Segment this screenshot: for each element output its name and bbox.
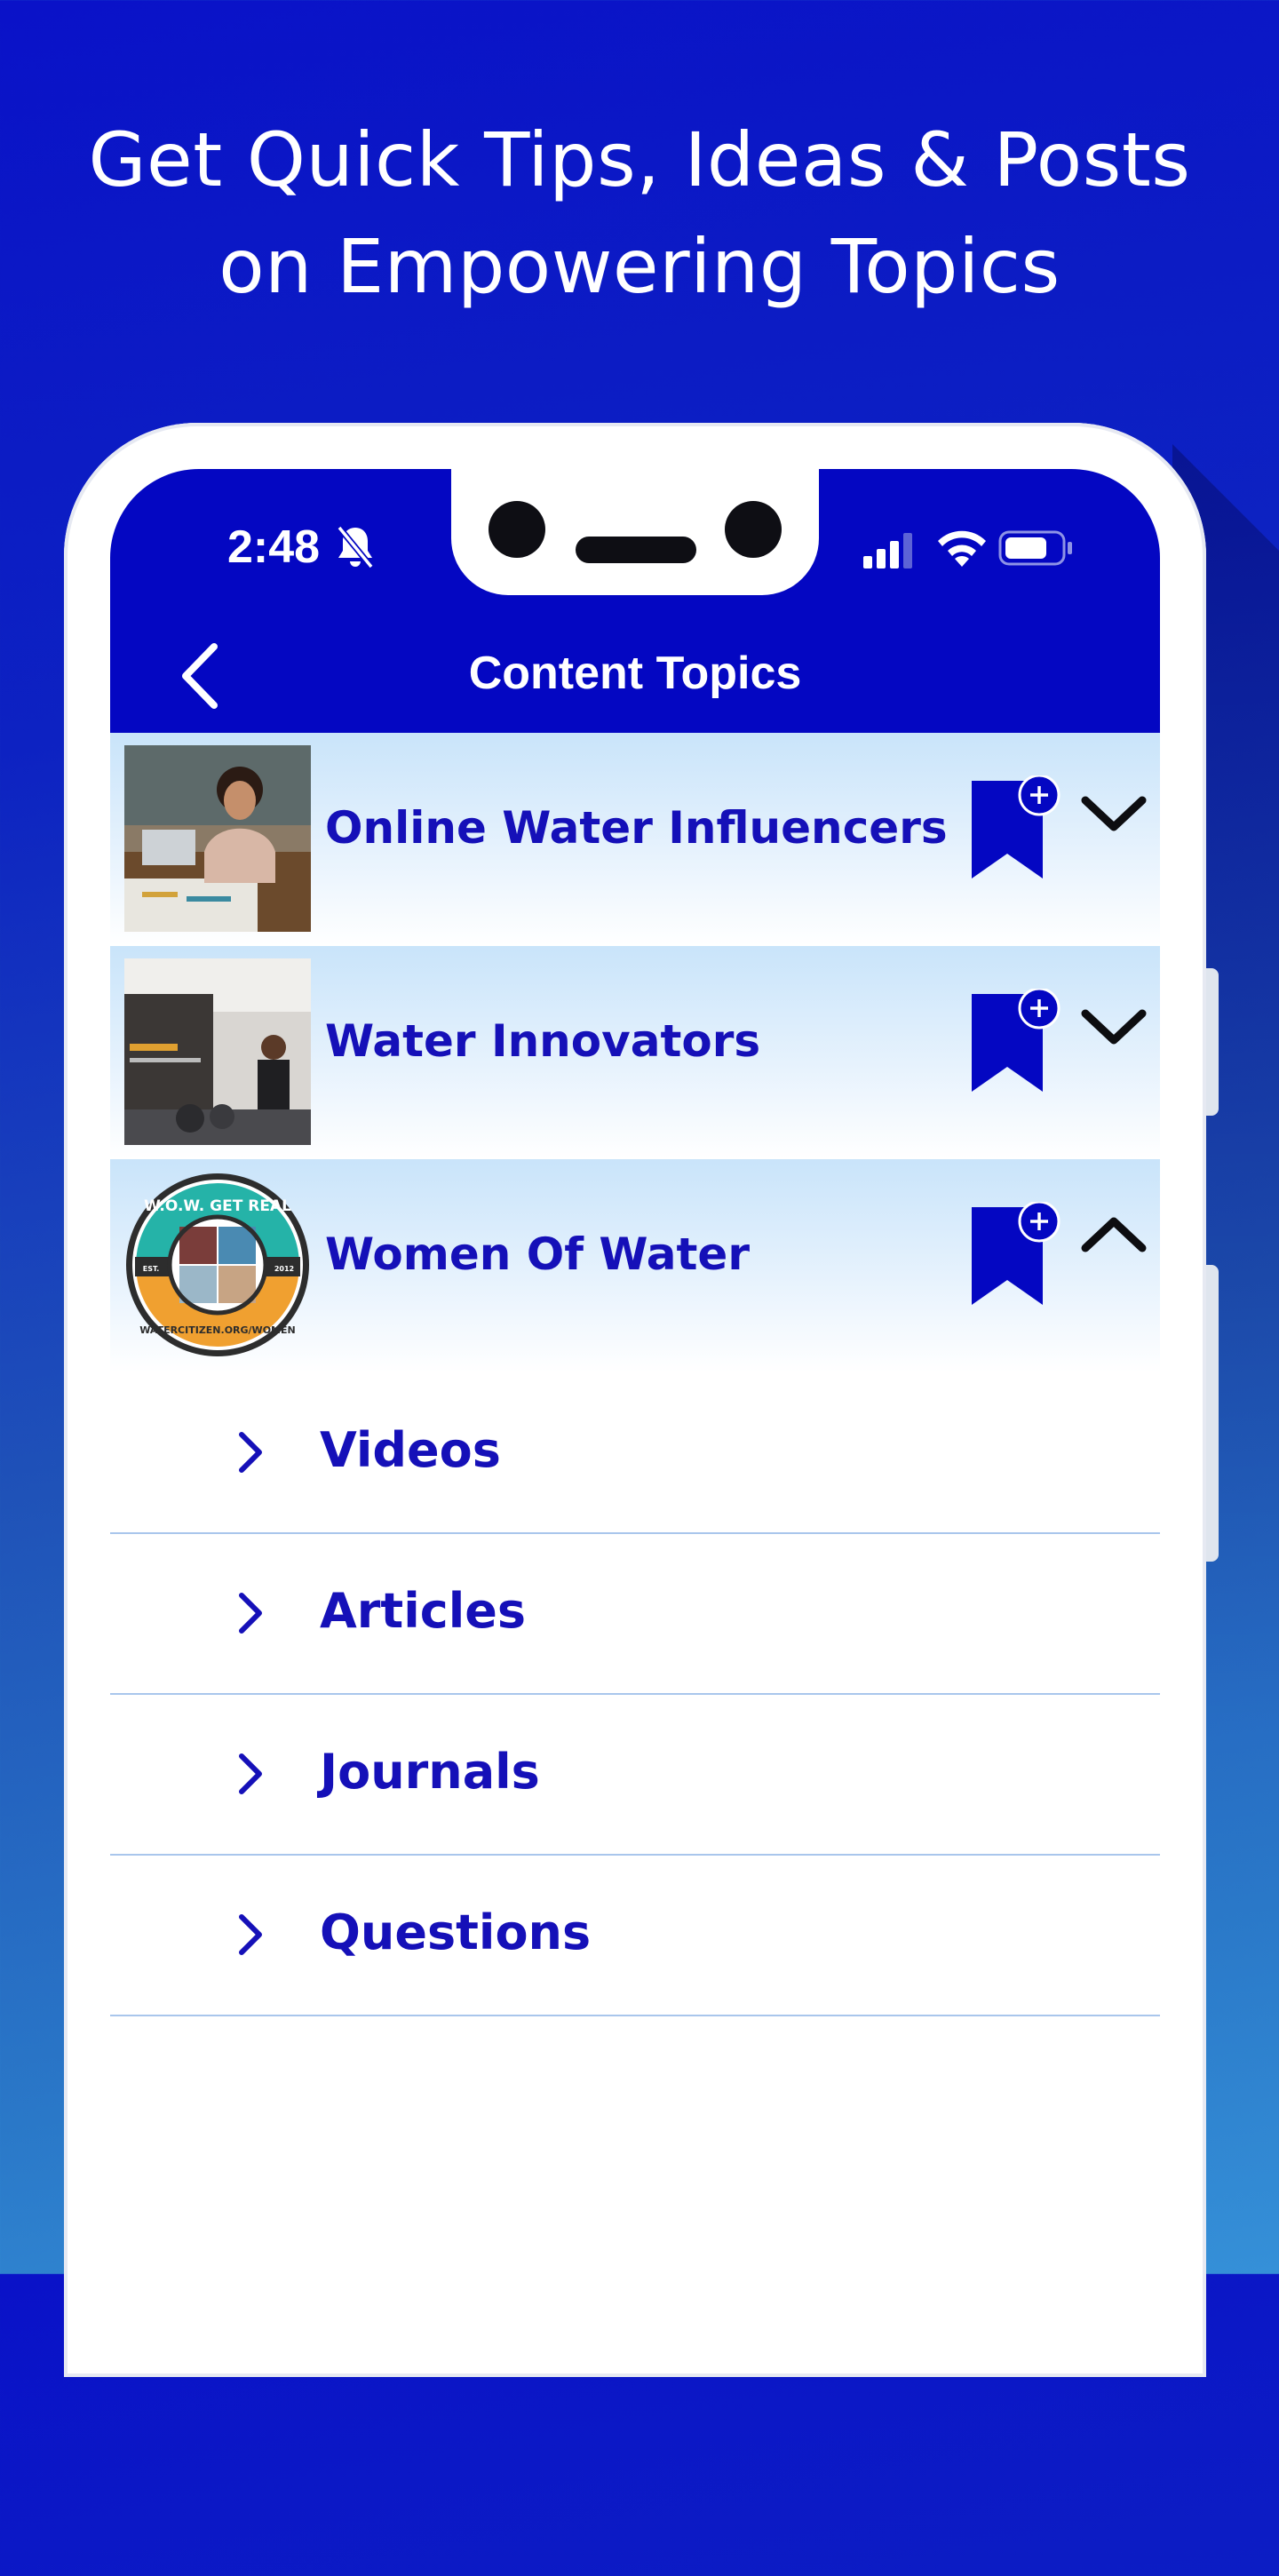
topic-title: Women Of Water	[325, 1228, 750, 1280]
chevron-down-icon[interactable]	[1078, 786, 1149, 839]
headline-line-2: on Empowering Topics	[218, 223, 1061, 310]
chevron-right-icon	[239, 1593, 262, 1634]
chevron-right-icon	[239, 1753, 262, 1794]
wow-badge-logo: W.O.W. GET REAL WATERCITIZEN.ORG/WOMEN E…	[124, 1172, 311, 1358]
badge-est: EST.	[143, 1265, 160, 1273]
topic-title: Online Water Influencers	[325, 802, 948, 854]
camera-left	[489, 501, 545, 558]
topic-row-online-water-influencers[interactable]: Online Water Influencers	[110, 733, 1160, 946]
signal-icon	[863, 533, 912, 568]
topic-thumbnail	[124, 958, 311, 1145]
phone-screen: 2:48 Content Topics Online Water Influen…	[110, 469, 1160, 2334]
subitem-label: Journals	[320, 1744, 540, 1800]
subitem-articles[interactable]: Articles	[110, 1533, 1160, 1695]
power-button	[1206, 1265, 1219, 1562]
chevron-up-icon[interactable]	[1078, 1207, 1149, 1260]
badge-top-text: W.O.W. GET REAL	[144, 1197, 291, 1215]
subitem-label: Articles	[320, 1583, 527, 1639]
topic-title: Water Innovators	[325, 1015, 761, 1067]
battery-icon	[998, 530, 1072, 566]
page-title: Content Topics	[468, 648, 802, 699]
bookmark-plus-icon[interactable]	[968, 989, 1075, 1095]
wifi-icon	[938, 530, 986, 567]
subitem-journals[interactable]: Journals	[110, 1694, 1160, 1856]
chevron-right-icon	[239, 1432, 262, 1473]
bookmark-plus-icon[interactable]	[968, 1202, 1075, 1308]
chevron-down-icon[interactable]	[1078, 999, 1149, 1053]
promo-headline: Get Quick Tips, Ideas & Posts on Empower…	[0, 107, 1279, 320]
headline-line-1: Get Quick Tips, Ideas & Posts	[88, 116, 1191, 203]
topic-row-water-innovators[interactable]: Water Innovators	[110, 946, 1160, 1159]
topic-thumbnail	[124, 745, 311, 932]
topic-row-women-of-water[interactable]: W.O.W. GET REAL WATERCITIZEN.ORG/WOMEN E…	[110, 1159, 1160, 1372]
chevron-right-icon	[239, 1914, 262, 1955]
bell-slash-icon	[337, 525, 374, 569]
subitem-label: Questions	[320, 1904, 592, 1960]
badge-bottom-text: WATERCITIZEN.ORG/WOMEN	[139, 1324, 295, 1336]
app-header: 2:48 Content Topics	[110, 469, 1160, 733]
volume-up-button	[1206, 968, 1219, 1116]
badge-year: 2012	[274, 1265, 294, 1273]
speaker	[576, 537, 696, 563]
subitem-videos[interactable]: Videos	[110, 1372, 1160, 1534]
bookmark-plus-icon[interactable]	[968, 775, 1075, 882]
status-time: 2:48	[227, 521, 321, 573]
subitem-label: Videos	[320, 1422, 501, 1478]
notch	[451, 469, 819, 595]
camera-right	[725, 501, 782, 558]
subitem-questions[interactable]: Questions	[110, 1855, 1160, 2016]
